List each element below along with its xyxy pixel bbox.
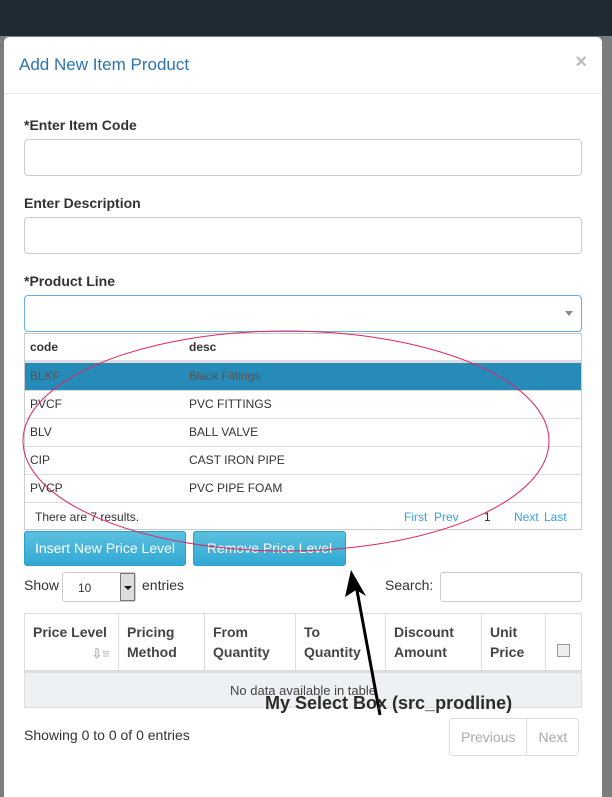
annotation-ellipse [22,330,550,552]
arrow-icon [345,570,366,597]
annotation-overlay [22,330,550,716]
annotation-label: My Select Box (src_prodline) [265,693,513,713]
